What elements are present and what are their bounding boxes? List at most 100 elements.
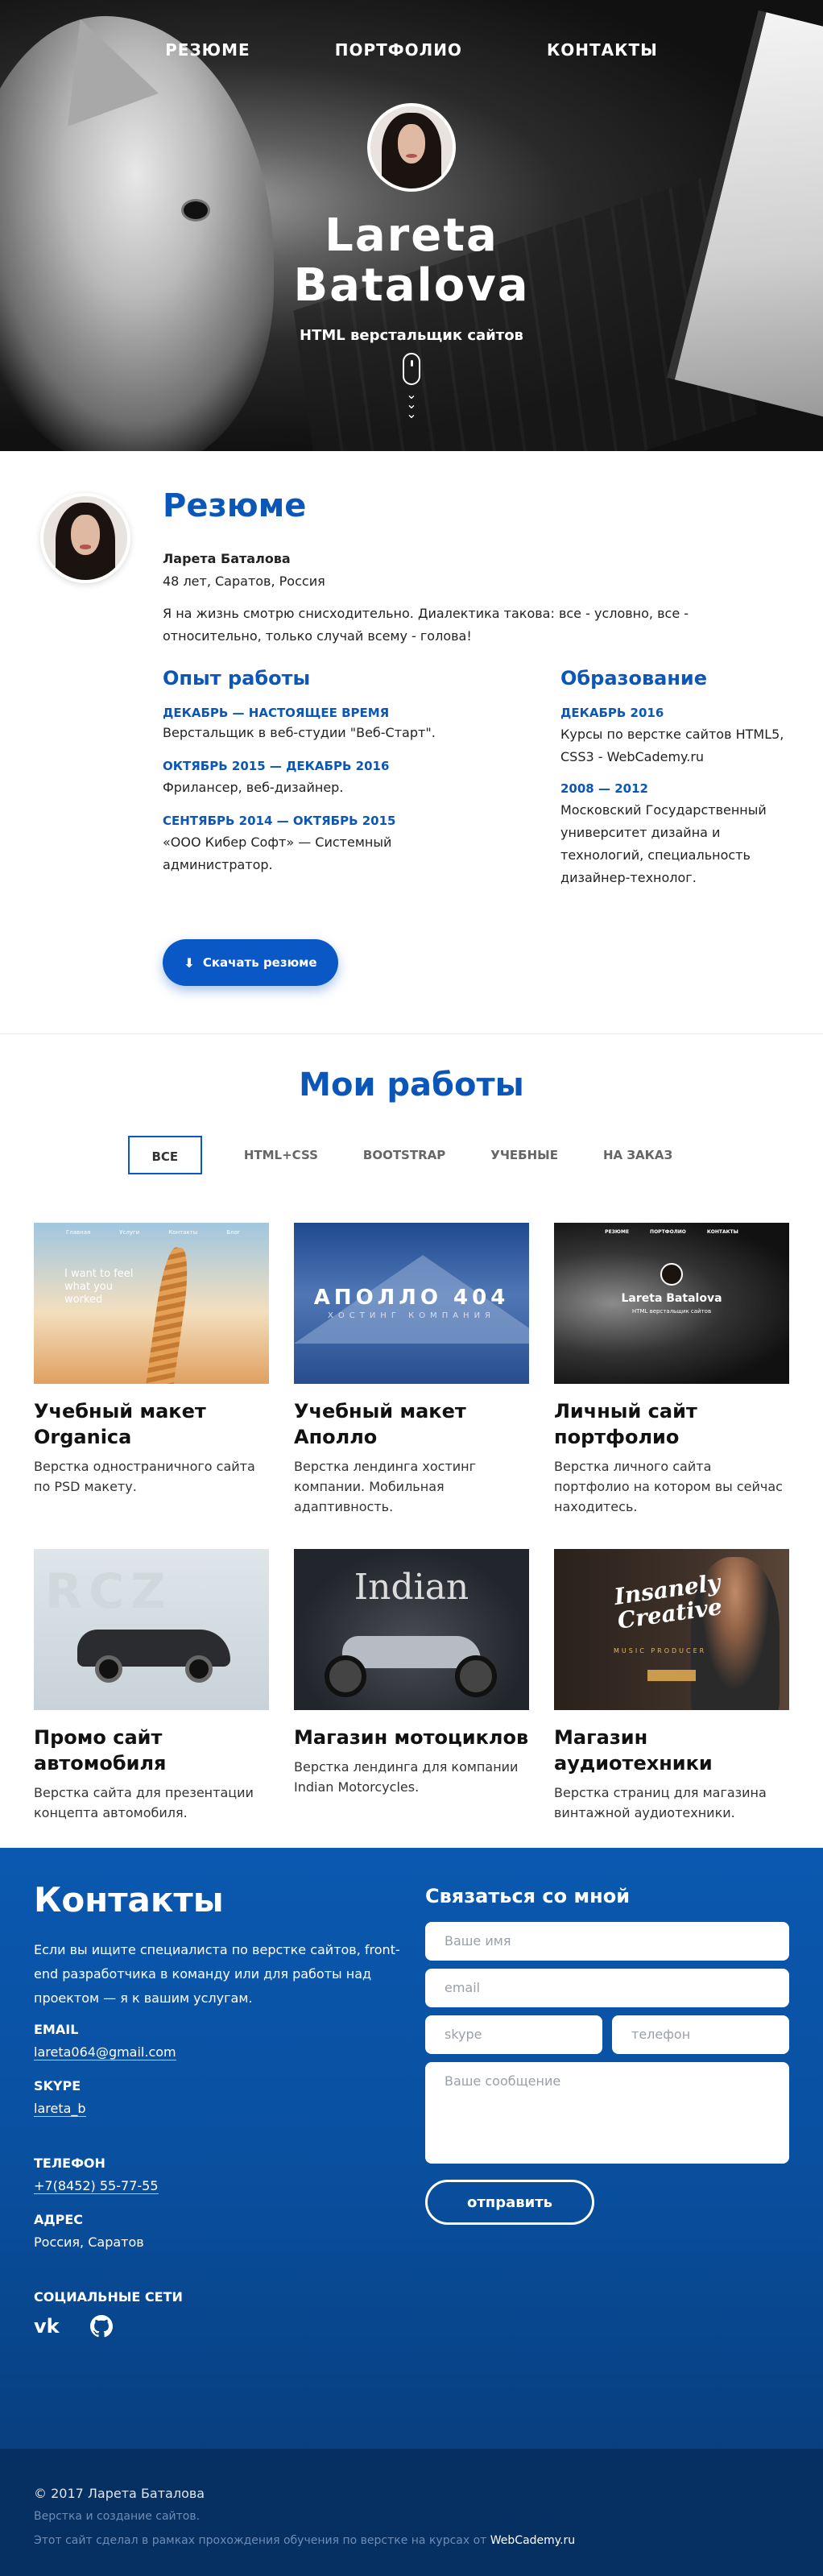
phone-link[interactable]: +7(8452) 55-77-55: [34, 2178, 159, 2194]
thumb-nav-item: КОНТАКТЫ: [706, 1229, 738, 1235]
vk-icon[interactable]: vk: [34, 2315, 60, 2338]
email-input[interactable]: email: [425, 1969, 789, 2007]
education-title: Образование: [560, 667, 708, 690]
nav-portfolio[interactable]: ПОРТФОЛИО: [335, 40, 462, 60]
contacts-section: Контакты Если вы ищите специалиста по ве…: [0, 1848, 823, 2449]
email-label: EMAIL: [34, 2022, 79, 2037]
wheat-image: [143, 1245, 193, 1384]
education-text: Курсы по верстке сайтов HTML5, CSS3 - We…: [560, 727, 784, 764]
thumb-subtext: MUSIC PRODUCER: [614, 1647, 707, 1655]
thumb-nav-item: Контакты: [168, 1229, 198, 1236]
portfolio-grid: Главная Услуги Контакты Блог I want to f…: [34, 1223, 791, 1823]
resume-full-name: Ларета Баталова: [163, 551, 291, 566]
resume-info: 48 лет, Саратов, Россия: [163, 574, 325, 589]
resume-title: Резюме: [163, 487, 307, 524]
card-title[interactable]: Учебный макет Аполло: [294, 1398, 529, 1450]
resume-about: Я на жизнь смотрю снисходительно. Диалек…: [163, 606, 689, 644]
scroll-mouse-icon[interactable]: [403, 353, 420, 385]
portfolio-thumb[interactable]: АПОЛЛО 404 ХОСТИНГ КОМПАНИЯ: [294, 1223, 529, 1384]
portfolio-thumb[interactable]: Главная Услуги Контакты Блог I want to f…: [34, 1223, 269, 1384]
contact-form-title: Связаться со мной: [425, 1885, 631, 1907]
works-title: Мои работы: [299, 1066, 524, 1104]
filter-custom[interactable]: НА ЗАКАЗ: [581, 1136, 695, 1174]
footer-line2: Верстка и создание сайтов.: [34, 2510, 201, 2523]
thumb-subtext: HTML верстальщик сайтов: [631, 1308, 712, 1315]
filter-study[interactable]: УЧЕБНЫЕ: [468, 1136, 581, 1174]
experience-text: Фрилансер, веб-дизайнер.: [163, 780, 344, 795]
experience-date: СЕНТЯБРЬ 2014 — ОКТЯБРЬ 2015: [163, 814, 396, 828]
phone-input[interactable]: телефон: [612, 2015, 789, 2054]
hero-name-line2: Batalova: [293, 259, 530, 312]
hero-name: Lareta Batalova: [0, 211, 823, 311]
skype-label: SKYPE: [34, 2078, 81, 2094]
footer-webcademy-link[interactable]: WebCademy.ru: [490, 2534, 575, 2547]
email-link[interactable]: lareta064@gmail.com: [34, 2044, 176, 2060]
skype-input[interactable]: skype: [425, 2015, 602, 2054]
hero-subtitle: HTML верстальщик сайтов: [300, 327, 523, 344]
wheel-shape: [185, 1655, 213, 1683]
portfolio-card[interactable]: Insanely Creative MUSIC PRODUCER Магазин…: [554, 1549, 789, 1823]
footer-copyright: © 2017 Ларета Баталова: [34, 2486, 205, 2501]
thumb-nav-item: РЕЗЮМЕ: [605, 1229, 630, 1235]
hero-name-line1: Lareta: [325, 209, 498, 262]
education-date: 2008 — 2012: [560, 781, 648, 796]
card-desc: Верстка личного сайта портфолио на котор…: [554, 1459, 783, 1514]
address-label: АДРЕС: [34, 2212, 84, 2227]
portfolio-thumb[interactable]: RCZ: [34, 1549, 269, 1710]
thumb-avatar: [660, 1263, 683, 1286]
portfolio-card[interactable]: Indian Магазин мотоциклов Верстка лендин…: [294, 1549, 529, 1823]
experience-date: ДЕКАБРЬ — НАСТОЯЩЕЕ ВРЕМЯ: [163, 706, 390, 720]
card-desc: Верстка одностраничного сайта по PSD мак…: [34, 1459, 255, 1494]
nav-resume[interactable]: РЕЗЮМЕ: [165, 40, 250, 60]
portfolio-card[interactable]: RCZ Промо сайт автомобиля Верстка сайта …: [34, 1549, 269, 1823]
thumb-text: Indian: [354, 1567, 469, 1608]
filter-html-css[interactable]: HTML+CSS: [221, 1136, 341, 1174]
filter-all[interactable]: ВСЕ: [127, 1136, 202, 1174]
contacts-title: Контакты: [34, 1880, 224, 1920]
portfolio-card[interactable]: Главная Услуги Контакты Блог I want to f…: [34, 1223, 269, 1517]
contacts-intro: Если вы ищите специалиста по верстке сай…: [34, 1942, 400, 2006]
chevron-down-icon: ⌄: [406, 406, 417, 421]
resume-avatar: [40, 493, 130, 583]
social-label: СОЦИАЛЬНЫЕ СЕТИ: [34, 2289, 183, 2305]
thumb-text: I want to feel what you worked: [64, 1268, 134, 1306]
thumb-text: RCZ: [45, 1563, 172, 1620]
portfolio-card[interactable]: АПОЛЛО 404 ХОСТИНГ КОМПАНИЯ Учебный маке…: [294, 1223, 529, 1517]
card-desc: Верстка страниц для магазина винтажной а…: [554, 1785, 767, 1820]
portfolio-thumb[interactable]: Indian: [294, 1549, 529, 1710]
download-label: Скачать резюме: [202, 955, 317, 970]
portfolio-card[interactable]: РЕЗЮМЕ ПОРТФОЛИО КОНТАКТЫ Lareta Batalov…: [554, 1223, 789, 1517]
wheel-shape: [95, 1655, 122, 1683]
nav-contacts[interactable]: КОНТАКТЫ: [547, 40, 658, 60]
github-icon[interactable]: [90, 2315, 114, 2342]
footer-line3: Этот сайт сделал в рамках прохождения об…: [34, 2534, 575, 2547]
submit-button[interactable]: отправить: [425, 2180, 594, 2225]
thumb-nav-item: Услуги: [119, 1229, 140, 1236]
card-desc: Верстка лендинга для компании Indian Mot…: [294, 1759, 519, 1795]
skype-link[interactable]: lareta_b: [34, 2101, 86, 2117]
filter-bootstrap[interactable]: BOOTSTRAP: [341, 1136, 468, 1174]
card-desc: Верстка сайта для презентации концепта а…: [34, 1785, 254, 1820]
card-title[interactable]: Магазин мотоциклов: [294, 1725, 529, 1750]
portfolio-filters: ВСЕ HTML+CSS BOOTSTRAP УЧЕБНЫЕ НА ЗАКАЗ: [0, 1136, 823, 1174]
name-input[interactable]: Ваше имя: [425, 1922, 789, 1961]
thumb-text: АПОЛЛО 404: [313, 1286, 510, 1310]
download-resume-button[interactable]: ⬇ Скачать резюме: [163, 939, 338, 986]
message-textarea[interactable]: Ваше сообщение: [425, 2062, 789, 2164]
card-title[interactable]: Учебный макет Organica: [34, 1398, 269, 1450]
hero-section: РЕЗЮМЕ ПОРТФОЛИО КОНТАКТЫ Lareta Batalov…: [0, 0, 823, 451]
wheel-shape: [325, 1655, 366, 1697]
thumb-text: Lareta Batalova: [621, 1292, 722, 1305]
card-title[interactable]: Магазин аудиотехники: [554, 1725, 789, 1776]
education-date: ДЕКАБРЬ 2016: [560, 706, 664, 720]
card-title[interactable]: Промо сайт автомобиля: [34, 1725, 269, 1776]
download-icon: ⬇: [184, 955, 195, 971]
portfolio-thumb[interactable]: РЕЗЮМЕ ПОРТФОЛИО КОНТАКТЫ Lareta Batalov…: [554, 1223, 789, 1384]
thumb-button-shape: [647, 1670, 696, 1681]
card-title[interactable]: Личный сайт портфолио: [554, 1398, 789, 1450]
portfolio-thumb[interactable]: Insanely Creative MUSIC PRODUCER: [554, 1549, 789, 1710]
footer: © 2017 Ларета Баталова Верстка и создани…: [0, 2449, 823, 2576]
hero-avatar: [367, 103, 456, 192]
wheel-shape: [455, 1655, 497, 1697]
experience-title: Опыт работы: [163, 667, 311, 690]
